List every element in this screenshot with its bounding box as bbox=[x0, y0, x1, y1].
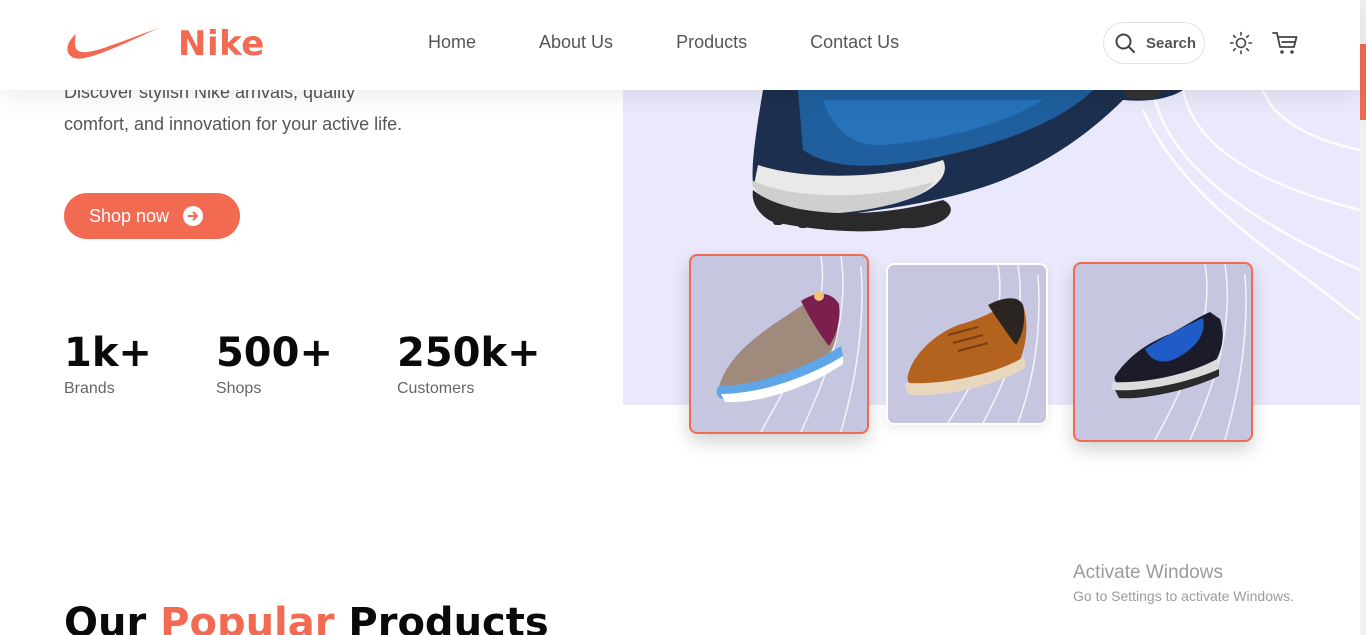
cart-icon[interactable] bbox=[1272, 31, 1298, 55]
stat-label: Brands bbox=[64, 380, 115, 397]
title-part2: Products bbox=[334, 600, 549, 635]
sun-icon[interactable] bbox=[1229, 31, 1253, 55]
brand-logo[interactable]: Nike bbox=[64, 24, 265, 64]
site-header: Nike Home About Us Products Contact Us S… bbox=[0, 0, 1360, 90]
watermark-title: Activate Windows bbox=[1073, 562, 1223, 583]
hero-stats: 1k+ Brands 500+ Shops 250k+ Customers bbox=[64, 330, 605, 398]
search-button[interactable]: Search bbox=[1103, 22, 1205, 64]
nav-contact-us[interactable]: Contact Us bbox=[810, 32, 899, 53]
stat-brands: 1k+ Brands bbox=[64, 330, 152, 398]
nav-home[interactable]: Home bbox=[428, 32, 476, 53]
stat-shops: 500+ Shops bbox=[216, 330, 333, 398]
shop-now-button[interactable]: Shop now bbox=[64, 193, 240, 239]
nav-products[interactable]: Products bbox=[676, 32, 747, 53]
page-scrollbar[interactable] bbox=[1360, 0, 1366, 635]
title-part1: Our bbox=[64, 600, 161, 635]
stat-label: Customers bbox=[396, 380, 475, 397]
search-label: Search bbox=[1146, 34, 1197, 52]
scrollbar-thumb[interactable] bbox=[1360, 44, 1366, 120]
stat-customers: 250k+ Customers bbox=[397, 330, 541, 398]
nav-about-us[interactable]: About Us bbox=[539, 32, 613, 53]
arrow-right-circle-icon bbox=[183, 206, 204, 226]
activate-windows-watermark: Activate Windows Go to Settings to activ… bbox=[1073, 562, 1294, 604]
hero-description-line2: comfort, and innovation for your active … bbox=[64, 114, 403, 134]
shoe-thumbnail-image bbox=[905, 265, 1040, 423]
stat-value: 500+ bbox=[215, 330, 333, 376]
swoosh-icon bbox=[67, 28, 159, 59]
thumbnail-beige-purple-sneaker[interactable] bbox=[689, 254, 869, 434]
popular-products-title: Our Popular Products bbox=[64, 600, 549, 635]
main-nav: Home About Us Products Contact Us bbox=[428, 32, 962, 53]
stat-value: 1k+ bbox=[64, 330, 152, 376]
title-accent: Popular bbox=[160, 600, 335, 635]
shoe-thumbnail-image bbox=[716, 256, 863, 432]
stat-value: 250k+ bbox=[396, 330, 541, 376]
thumbnail-brown-leather-sneaker[interactable] bbox=[886, 263, 1048, 425]
search-icon bbox=[1115, 33, 1135, 53]
brand-name: Nike bbox=[178, 24, 265, 64]
shoe-thumbnail-image bbox=[1111, 264, 1247, 440]
stat-label: Shops bbox=[215, 380, 262, 397]
watermark-subtitle: Go to Settings to activate Windows. bbox=[1073, 588, 1294, 604]
thumbnail-blue-black-trail-shoe[interactable] bbox=[1073, 262, 1253, 442]
shop-now-label: Shop now bbox=[89, 205, 170, 226]
